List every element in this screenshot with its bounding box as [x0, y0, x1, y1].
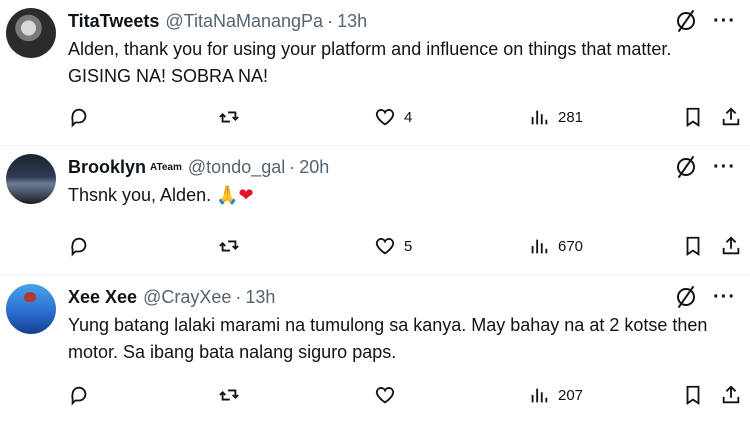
reply-icon [71, 386, 87, 406]
bookmark-button[interactable] [682, 105, 704, 129]
retweet-icon [219, 111, 239, 123]
heart-icon [375, 109, 395, 126]
timestamp[interactable]: 20h [299, 157, 329, 178]
bookmark-icon [686, 385, 700, 405]
bookmark-button[interactable] [682, 234, 704, 258]
display-name[interactable]: Xee Xee [68, 287, 137, 308]
views-button[interactable]: 281 [528, 105, 583, 129]
views-icon [531, 110, 548, 125]
tweet-text: Yung batang lalaki marami na tumulong sa… [68, 315, 708, 362]
folded-hands-emoji: 🙏 [216, 185, 239, 205]
header-actions: ··· [677, 154, 736, 180]
like-count: 5 [404, 237, 413, 255]
retweet-button[interactable] [218, 105, 240, 129]
heart-icon [375, 387, 395, 404]
separator-dot: · [235, 286, 242, 307]
action-bar: 207 [68, 383, 750, 407]
tweet-text-body: Thsnk you, Alden. [68, 185, 217, 205]
tweet-text: Alden, thank you for using your platform… [68, 39, 672, 86]
views-button[interactable]: 670 [528, 234, 583, 258]
heart-icon [375, 238, 395, 255]
display-name[interactable]: TitaTweets [68, 11, 159, 32]
more-options-icon[interactable]: ··· [713, 11, 736, 31]
more-options-icon[interactable]: ··· [713, 157, 736, 177]
user-handle[interactable]: @TitaNaManangPa [165, 11, 323, 32]
share-button[interactable] [720, 383, 742, 407]
like-button[interactable] [374, 383, 404, 407]
like-button[interactable]: 5 [374, 234, 412, 258]
view-count: 670 [558, 237, 584, 255]
share-icon [722, 236, 740, 255]
share-button[interactable] [720, 234, 742, 258]
bookmark-icon [686, 236, 700, 256]
view-count: 281 [558, 108, 584, 126]
header-actions: ··· [677, 284, 736, 310]
share-icon [722, 385, 740, 404]
grok-icon[interactable] [677, 12, 696, 30]
red-heart-emoji: ❤ [238, 185, 254, 205]
avatar[interactable] [6, 8, 56, 58]
tweet-3[interactable]: Xee Xee @CrayXee · 13h ··· Yung batang l… [0, 276, 750, 424]
action-bar: 4 281 [68, 105, 750, 129]
reply-button[interactable] [68, 234, 90, 258]
views-icon [531, 388, 548, 403]
tweet-2[interactable]: Brooklyn ATeam @tondo_gal · 20h ··· Thsn… [0, 146, 750, 276]
retweet-icon [219, 240, 239, 252]
like-count: 4 [404, 108, 413, 126]
separator-dot: · [327, 10, 334, 31]
bookmark-button[interactable] [682, 383, 704, 407]
retweet-button[interactable] [218, 234, 240, 258]
user-handle[interactable]: @CrayXee [143, 287, 231, 308]
tweet-text: Thsnk you, Alden. 🙏❤ [68, 182, 730, 209]
reply-button[interactable] [68, 105, 90, 129]
tweet-header: Xee Xee @CrayXee · 13h ··· [68, 284, 750, 310]
reply-icon [71, 108, 87, 128]
avatar[interactable] [6, 154, 56, 204]
timestamp[interactable]: 13h [337, 11, 367, 32]
more-options-icon[interactable]: ··· [713, 287, 736, 307]
tweet-header: TitaTweets @TitaNaManangPa · 13h ··· [68, 8, 750, 34]
grok-icon[interactable] [677, 158, 696, 176]
reply-feed: TitaTweets @TitaNaManangPa · 13h ··· Ald… [0, 0, 750, 424]
name-badge: ATeam [150, 161, 182, 173]
avatar[interactable] [6, 284, 56, 334]
tweet-1[interactable]: TitaTweets @TitaNaManangPa · 13h ··· Ald… [0, 0, 750, 146]
header-actions: ··· [677, 8, 736, 34]
views-button[interactable]: 207 [528, 383, 583, 407]
reply-icon [71, 237, 87, 257]
like-button[interactable]: 4 [374, 105, 412, 129]
share-icon [722, 107, 740, 126]
separator-dot: · [289, 156, 296, 177]
reply-button[interactable] [68, 383, 90, 407]
user-handle[interactable]: @tondo_gal [188, 157, 285, 178]
tweet-header: Brooklyn ATeam @tondo_gal · 20h ··· [68, 154, 750, 180]
views-icon [531, 239, 548, 254]
retweet-button[interactable] [218, 383, 240, 407]
action-bar: 5 670 [68, 234, 750, 258]
bookmark-icon [686, 107, 700, 127]
display-name[interactable]: Brooklyn [68, 157, 146, 178]
share-button[interactable] [720, 105, 742, 129]
grok-icon[interactable] [677, 288, 696, 306]
timestamp[interactable]: 13h [245, 287, 275, 308]
retweet-icon [219, 389, 239, 401]
view-count: 207 [558, 386, 584, 404]
